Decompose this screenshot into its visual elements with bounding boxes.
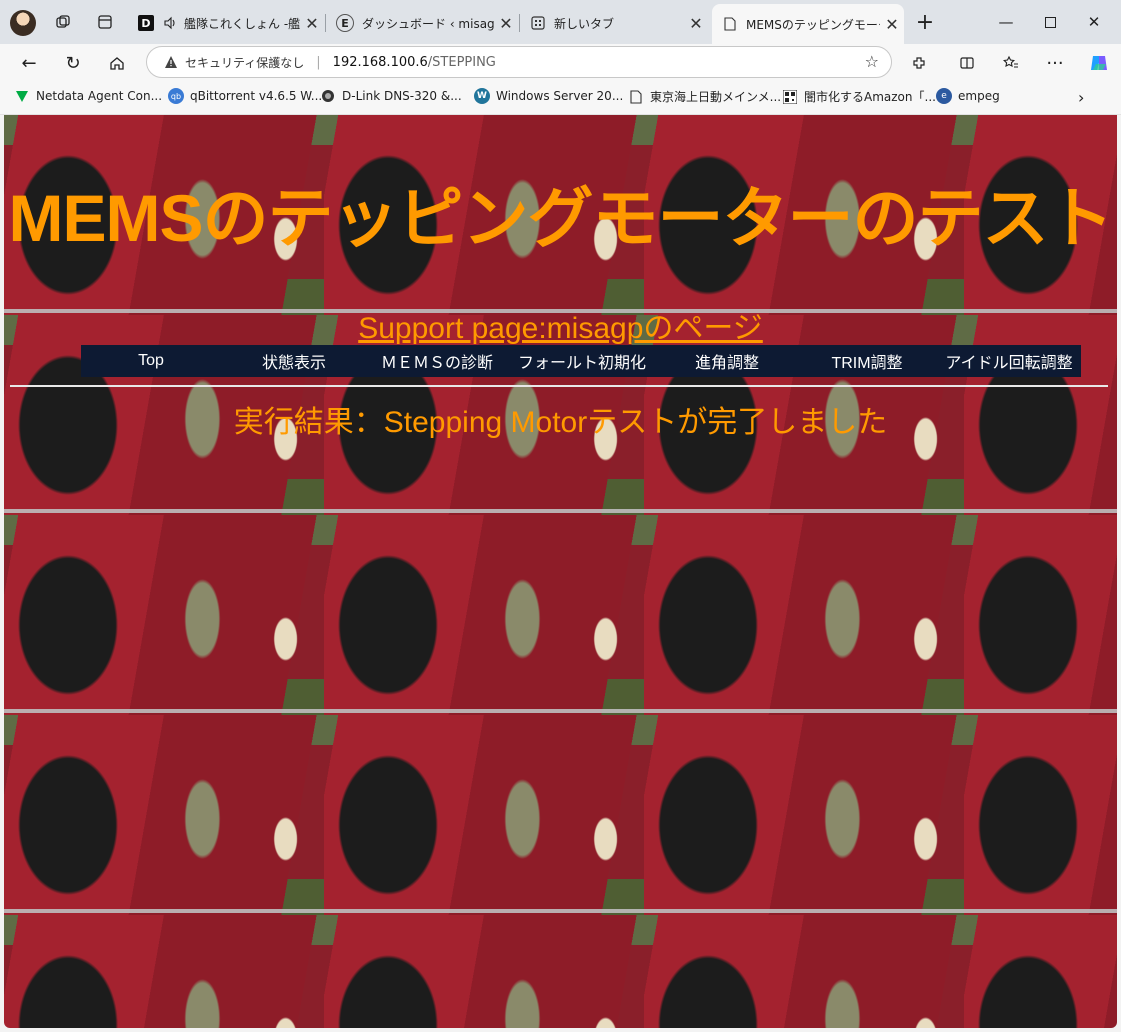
tab-actions-icon[interactable]	[94, 11, 116, 33]
back-arrow-icon[interactable]: ←	[14, 48, 44, 78]
address-bar[interactable]: セキュリティ保護なし | 192.168.100.6/STEPPING ☆	[146, 46, 892, 78]
divider	[10, 385, 1108, 387]
bookmark-label: qBittorrent v4.6.5 W...	[190, 89, 323, 103]
workspaces-icon[interactable]	[52, 11, 74, 33]
url-host: 192.168.100.6	[332, 54, 428, 70]
page-icon	[628, 89, 644, 105]
url-path: /STEPPING	[427, 54, 496, 70]
nav-item-mems-diagnosis[interactable]: ＭＥＭＳの診断	[367, 349, 507, 373]
maximize-icon[interactable]	[1028, 8, 1072, 36]
profile-avatar[interactable]	[10, 10, 36, 36]
tab-title: 新しいタブ	[554, 16, 615, 31]
bookmark-label: 東京海上日動メインメ...	[650, 90, 782, 104]
bookmark-empeg[interactable]: e empeg	[936, 88, 1000, 104]
bookmarks-overflow-chevron-icon[interactable]: ›	[1078, 88, 1084, 107]
copilot-icon[interactable]	[1084, 48, 1114, 78]
bookmark-qbittorrent[interactable]: qb qBittorrent v4.6.5 W...	[168, 88, 322, 104]
page-title: MEMSのテッピングモーターのテスト	[8, 181, 1114, 255]
dlink-icon	[320, 88, 336, 104]
qb-icon: qb	[168, 88, 184, 104]
qr-icon	[782, 89, 798, 105]
bookmark-label: Windows Server 20...	[496, 89, 624, 103]
bookmark-dlink[interactable]: D-Link DNS-320 &...	[320, 88, 462, 104]
bookmark-label: Netdata Agent Con...	[36, 89, 163, 103]
close-tab-icon[interactable]: ✕	[494, 14, 518, 33]
nav-menu: Top 状態表示 ＭＥＭＳの診断 フォールト初期化 進角調整 TRIM調整 アイ…	[81, 345, 1081, 377]
bookmark-tokio-marine[interactable]: 東京海上日動メインメ...	[628, 88, 781, 105]
bookmark-netdata[interactable]: Netdata Agent Con...	[14, 88, 162, 104]
bookmark-label: 闇市化するAmazon「...	[804, 90, 936, 104]
bookmark-label: empeg	[958, 89, 1000, 103]
nav-item-fault-reset[interactable]: フォールト初期化	[507, 349, 657, 373]
newtab-icon	[530, 15, 546, 31]
dashboard-favicon-icon: E	[336, 14, 354, 32]
security-label[interactable]: セキュリティ保護なし	[185, 54, 304, 71]
result-message: 実行結果：Stepping Motorテストが完了しました	[233, 406, 888, 439]
nav-item-top[interactable]: Top	[81, 352, 221, 370]
nav-item-status[interactable]: 状態表示	[221, 349, 367, 373]
warning-icon[interactable]	[163, 54, 179, 70]
bookmarks-bar: Netdata Agent Con... qb qBittorrent v4.6.…	[0, 80, 1121, 115]
toolbar: ← ↻ セキュリティ保護なし | 192.168.100.6/STEPPING …	[0, 44, 1121, 80]
tab-strip: D 艦隊これくしょん -艦こ ✕ E ダッシュボード ‹ misagoのペ ✕ …	[0, 0, 1121, 44]
close-window-icon[interactable]: ✕	[1072, 8, 1116, 36]
d-favicon-icon: D	[138, 15, 154, 31]
tab-title: ダッシュボード ‹ misagoのペ	[362, 16, 494, 31]
page-icon	[722, 16, 738, 32]
speaker-icon[interactable]	[162, 15, 178, 31]
tab-title: MEMSのテッピングモーターの	[746, 17, 880, 32]
browser-window: D 艦隊これくしょん -艦こ ✕ E ダッシュボード ‹ misagoのペ ✕ …	[0, 0, 1121, 1032]
bookmark-amazon[interactable]: 闇市化するAmazon「...	[782, 88, 936, 105]
nav-item-trim-adjust[interactable]: TRIM調整	[797, 349, 937, 373]
close-tab-icon[interactable]: ✕	[300, 14, 324, 33]
minimize-icon[interactable]: —	[984, 8, 1028, 36]
close-tab-icon[interactable]: ✕	[880, 15, 904, 34]
tab-newtab[interactable]: 新しいタブ ✕	[520, 6, 708, 40]
wordpress-icon: W	[474, 88, 490, 104]
extensions-icon[interactable]	[904, 48, 934, 78]
empeg-icon: e	[936, 88, 952, 104]
netdata-icon	[14, 88, 30, 104]
split-screen-icon[interactable]	[952, 48, 982, 78]
nav-item-idle-adjust[interactable]: アイドル回転調整	[937, 349, 1081, 373]
favorites-icon[interactable]	[996, 48, 1026, 78]
new-tab-plus-icon[interactable]: +	[914, 10, 936, 35]
bookmark-label: D-Link DNS-320 &...	[342, 89, 462, 103]
page-viewport: MEMSのテッピングモーターのテスト Support page:misagpのペ…	[4, 115, 1117, 1028]
support-link[interactable]: Support page:misagpのページ	[4, 303, 1117, 347]
more-menu-icon[interactable]: ···	[1040, 48, 1070, 78]
refresh-icon[interactable]: ↻	[58, 48, 88, 78]
bookmark-windows-server[interactable]: W Windows Server 20...	[474, 88, 623, 104]
nav-item-advance-adjust[interactable]: 進角調整	[657, 349, 797, 373]
close-tab-icon[interactable]: ✕	[684, 14, 708, 33]
tab-mems-active[interactable]: MEMSのテッピングモーターの ✕	[712, 4, 904, 44]
tab-dashboard[interactable]: E ダッシュボード ‹ misagoのペ ✕	[326, 6, 518, 40]
home-icon[interactable]	[102, 48, 132, 78]
address-divider: |	[316, 54, 321, 70]
tab-kancolle[interactable]: D 艦隊これくしょん -艦こ ✕	[128, 6, 324, 40]
tab-title: 艦隊これくしょん -艦こ	[184, 16, 300, 31]
favorite-star-icon[interactable]: ☆	[865, 52, 879, 71]
